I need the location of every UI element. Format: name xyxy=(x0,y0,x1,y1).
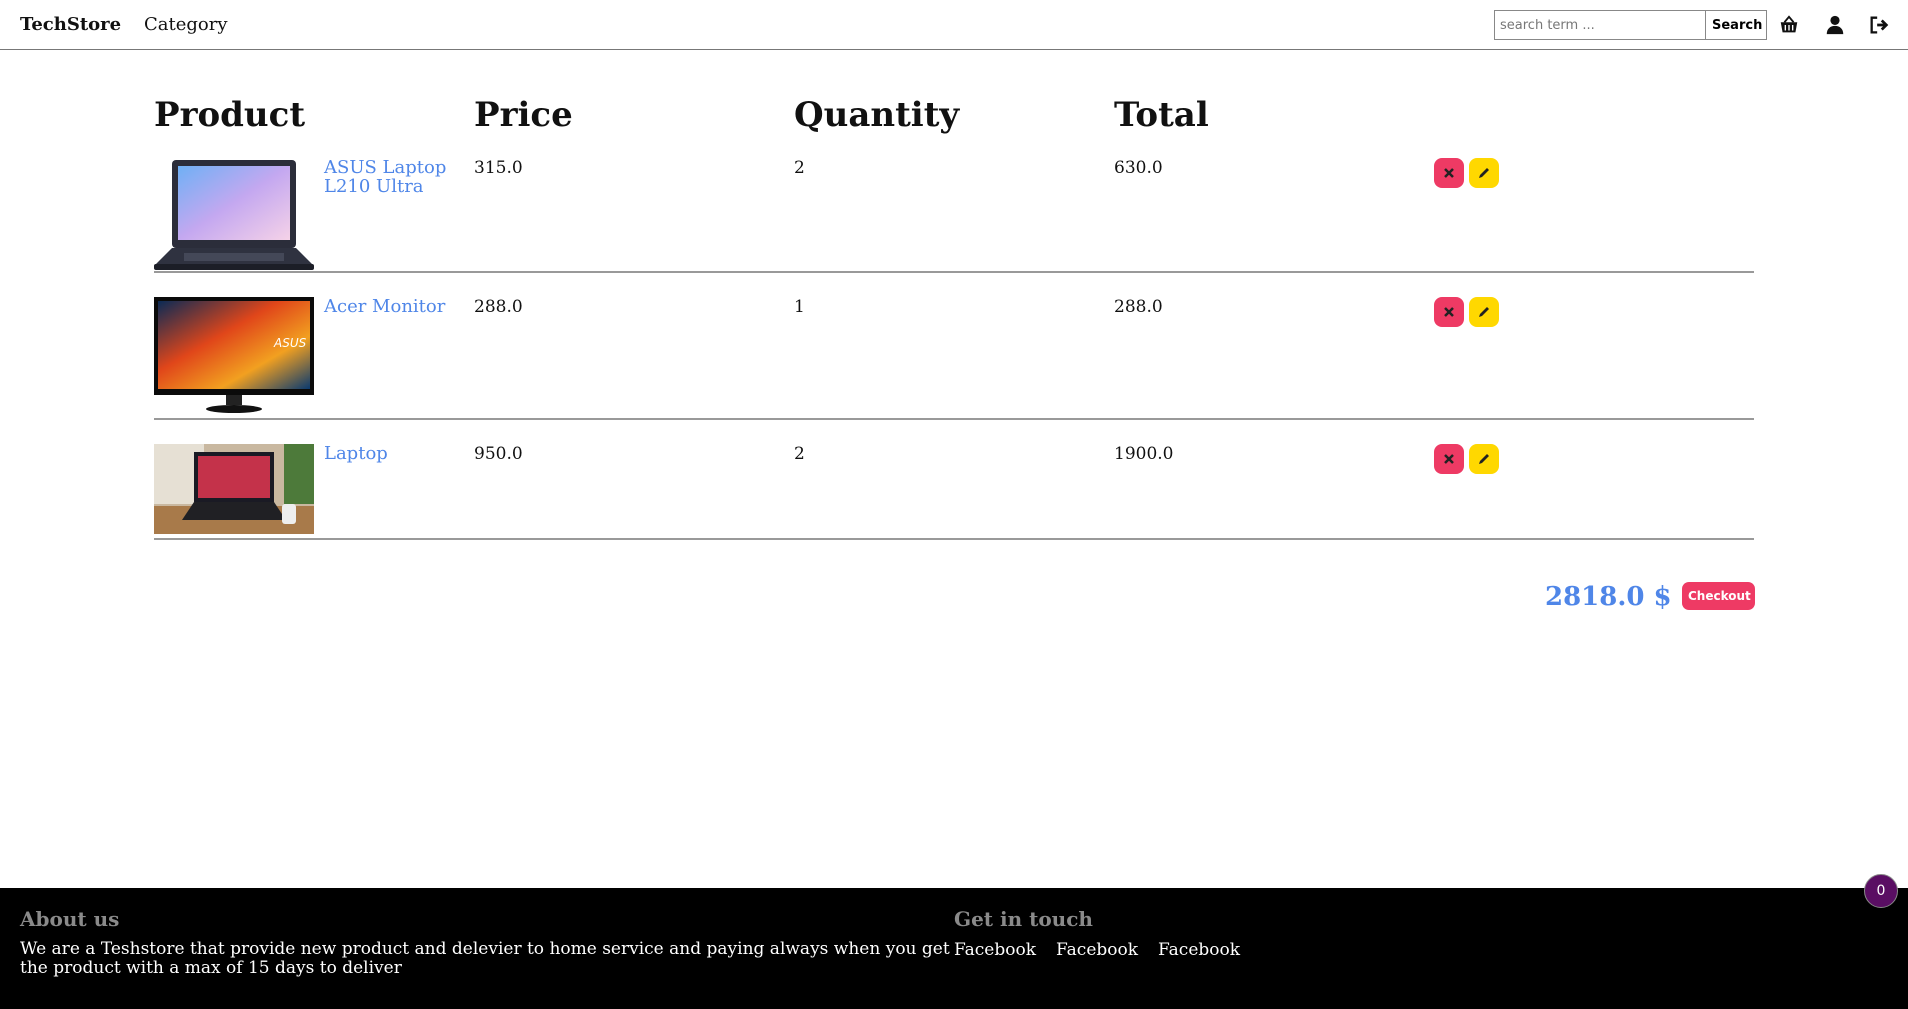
footer-about-text: We are a Teshstore that provide new prod… xyxy=(20,939,950,978)
delete-item-button[interactable] xyxy=(1434,158,1464,188)
product-image: ASUS xyxy=(154,297,314,415)
product-total: 288.0 xyxy=(1114,297,1163,317)
header-product: Product xyxy=(154,95,306,135)
product-image xyxy=(154,444,314,534)
logout-icon[interactable] xyxy=(1868,14,1890,36)
product-name-link[interactable]: ASUS Laptop L210 Ultra xyxy=(324,158,454,196)
footer-links: Facebook Facebook Facebook xyxy=(954,940,1240,960)
product-price: 950.0 xyxy=(474,444,523,464)
delete-item-button[interactable] xyxy=(1434,297,1464,327)
product-name-link[interactable]: Acer Monitor xyxy=(324,297,454,316)
nav-category-link[interactable]: Category xyxy=(144,14,228,35)
product-quantity: 2 xyxy=(794,444,805,464)
edit-item-button[interactable] xyxy=(1469,158,1499,188)
footer: About us We are a Teshstore that provide… xyxy=(0,888,1908,1009)
pencil-icon xyxy=(1479,454,1489,464)
header-quantity: Quantity xyxy=(794,95,960,135)
user-icon[interactable] xyxy=(1824,14,1846,36)
svg-text:ASUS: ASUS xyxy=(273,336,307,350)
brand-logo[interactable]: TechStore xyxy=(20,14,121,35)
product-image xyxy=(154,158,314,271)
basket-icon[interactable] xyxy=(1778,14,1800,36)
delete-item-button[interactable] xyxy=(1434,444,1464,474)
product-price: 288.0 xyxy=(474,297,523,317)
product-total: 630.0 xyxy=(1114,158,1163,178)
edit-item-button[interactable] xyxy=(1469,444,1499,474)
cart-row: Laptop 950.0 2 1900.0 xyxy=(154,444,1754,540)
search-button[interactable]: Search xyxy=(1706,10,1767,40)
pencil-icon xyxy=(1479,307,1489,317)
cart-grand-total: 2818.0 $ xyxy=(1545,582,1672,612)
product-quantity: 1 xyxy=(794,297,805,317)
footer-about-title: About us xyxy=(20,907,120,931)
cart-row: ASUS Acer Monitor 288.0 1 288.0 xyxy=(154,297,1754,420)
cart-count-badge[interactable]: 0 xyxy=(1864,874,1898,908)
footer-facebook-link[interactable]: Facebook xyxy=(954,940,1036,960)
search-form: Search xyxy=(1494,10,1767,40)
product-quantity: 2 xyxy=(794,158,805,178)
close-icon xyxy=(1444,454,1454,464)
checkout-button[interactable]: Checkout xyxy=(1682,582,1755,610)
footer-facebook-link[interactable]: Facebook xyxy=(1056,940,1138,960)
close-icon xyxy=(1444,307,1454,317)
header-price: Price xyxy=(474,95,573,135)
cart-row: ASUS Laptop L210 Ultra 315.0 2 630.0 xyxy=(154,158,1754,273)
product-total: 1900.0 xyxy=(1114,444,1174,464)
footer-contact-title: Get in touch xyxy=(954,907,1093,931)
close-icon xyxy=(1444,168,1454,178)
pencil-icon xyxy=(1479,168,1489,178)
navbar: TechStore Category Search xyxy=(0,0,1908,50)
product-name-link[interactable]: Laptop xyxy=(324,444,454,463)
edit-item-button[interactable] xyxy=(1469,297,1499,327)
product-price: 315.0 xyxy=(474,158,523,178)
search-input[interactable] xyxy=(1494,10,1706,40)
header-total: Total xyxy=(1114,95,1209,135)
footer-facebook-link[interactable]: Facebook xyxy=(1158,940,1240,960)
